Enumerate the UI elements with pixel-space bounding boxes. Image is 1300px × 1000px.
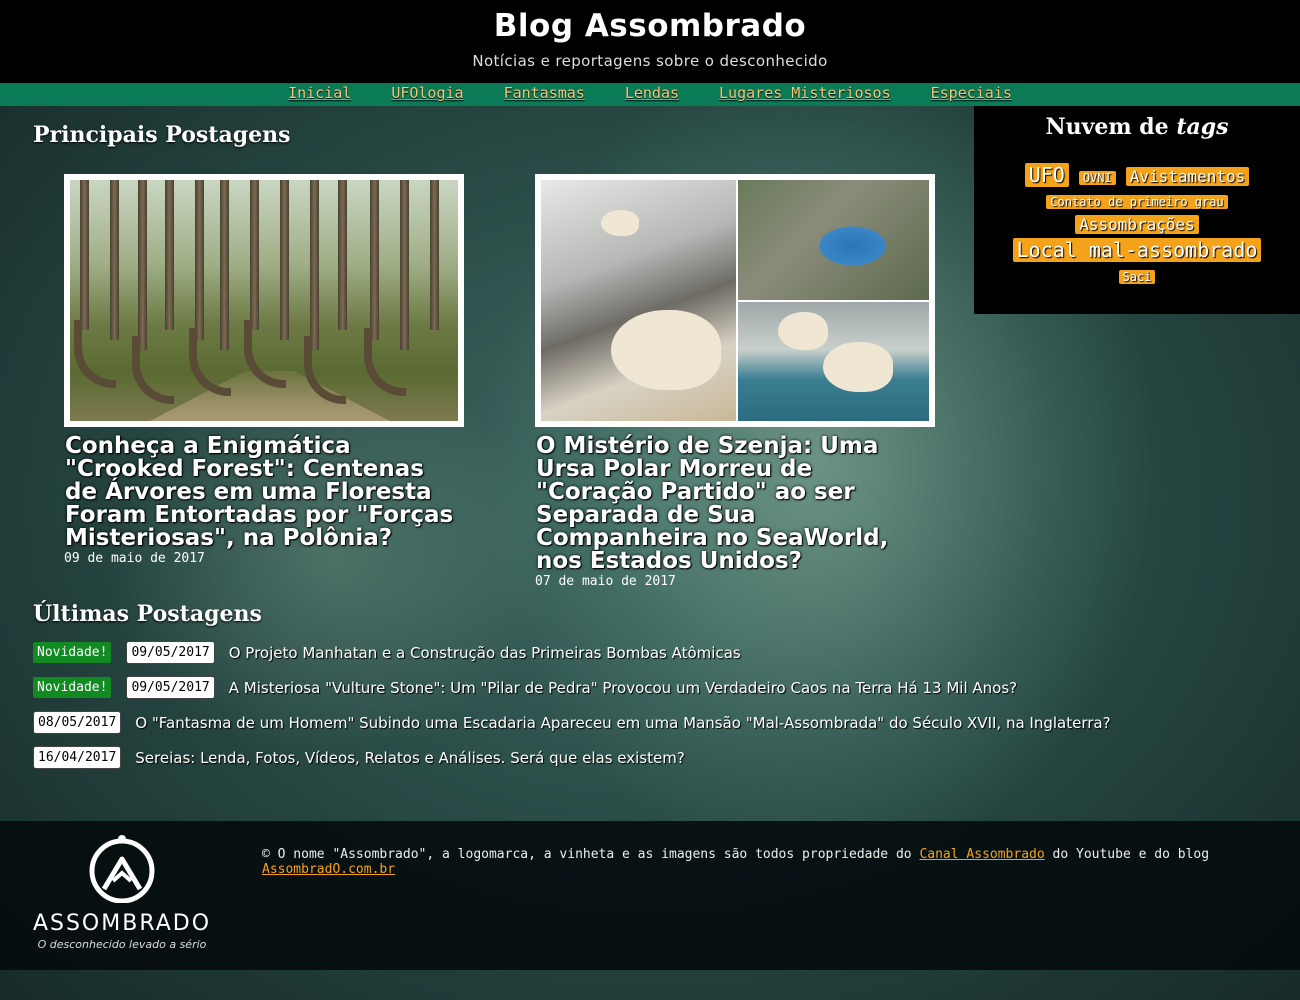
tag-saci[interactable]: Saci (1118, 270, 1156, 284)
nav-item-especiais[interactable]: Especiais (931, 83, 1012, 106)
new-badge: Novidade! (33, 642, 112, 663)
site-footer: ASSOMBRADO O desconhecido levado a sério… (0, 821, 1300, 970)
featured-post-title[interactable]: Conheça a Enigmática "Crooked Forest": C… (65, 435, 464, 550)
footer-text-start: © O nome "Assombrado", a logomarca, a vi… (262, 847, 920, 862)
tag-local-mal-assombrado[interactable]: Local mal-assombrado (1012, 238, 1262, 262)
tag-ovni[interactable]: OVNI (1078, 171, 1116, 185)
assombrado-blog-link[interactable]: AssombradO.com.br (262, 862, 395, 877)
latest-heading: Últimas Postagens (33, 601, 262, 627)
post-date-badge: 08/05/2017 (33, 711, 122, 734)
tag-assombracoes[interactable]: Assombrações (1075, 215, 1199, 234)
latest-post-link[interactable]: O Projeto Manhatan e a Construção das Pr… (229, 644, 741, 662)
site-subtitle: Notícias e reportagens sobre o desconhec… (472, 52, 828, 70)
canal-assombrado-link[interactable]: Canal Assombrado (919, 847, 1044, 862)
featured-post-date: 09 de maio de 2017 (64, 551, 205, 566)
main-nav: Inicial UFOlogia Fantasmas Lendas Lugare… (0, 83, 1300, 106)
site-title[interactable]: Blog Assombrado (0, 0, 1300, 44)
tag-cloud: Nuvem de tags UFO OVNI Avistamentos Contat… (974, 106, 1300, 314)
crooked-forest-image[interactable] (64, 174, 464, 427)
featured-post-date: 07 de maio de 2017 (535, 574, 676, 589)
footer-text-middle: do Youtube e do blog (1044, 847, 1210, 862)
assombrado-logo-icon (89, 835, 155, 904)
latest-post-row[interactable]: 08/05/2017 O "Fantasma de um Homem" Subi… (33, 711, 1111, 734)
nav-item-lugares-misteriosos[interactable]: Lugares Misteriosos (719, 83, 891, 106)
footer-copyright: © O nome "Assombrado", a logomarca, a vi… (262, 847, 1262, 877)
tag-avistamentos[interactable]: Avistamentos (1125, 167, 1250, 186)
featured-post-title[interactable]: O Mistério de Szenja: Uma Ursa Polar Mor… (536, 435, 935, 573)
latest-post-row[interactable]: 16/04/2017 Sereias: Lenda, Fotos, Vídeos… (33, 746, 685, 769)
tag-list: UFO OVNI Avistamentos Contato de primeiro … (974, 162, 1300, 288)
featured-post-1[interactable]: Conheça a Enigmática "Crooked Forest": C… (64, 174, 464, 566)
featured-heading: Principais Postagens (33, 122, 291, 148)
assombrado-logo[interactable]: ASSOMBRADO O desconhecido levado a sério (12, 833, 232, 963)
post-date-badge: 16/04/2017 (33, 746, 122, 769)
tag-contato-primeiro-grau[interactable]: Contato de primeiro grau (1046, 195, 1228, 209)
nav-item-inicial[interactable]: Inicial (288, 83, 351, 106)
logo-wordmark: ASSOMBRADO (32, 911, 212, 936)
site-header: Blog Assombrado Notícias e reportagens s… (0, 0, 1300, 83)
post-date-badge: 09/05/2017 (126, 676, 215, 699)
tag-cloud-title-emph: tags (1176, 114, 1229, 140)
nav-item-fantasmas[interactable]: Fantasmas (504, 83, 585, 106)
latest-post-row[interactable]: Novidade! 09/05/2017 A Misteriosa "Vultu… (33, 676, 1017, 699)
tag-cloud-title: Nuvem de tags (974, 114, 1300, 140)
post-date-badge: 09/05/2017 (126, 641, 215, 664)
featured-post-2[interactable]: O Mistério de Szenja: Uma Ursa Polar Mor… (535, 174, 935, 589)
polar-bear-image[interactable] (535, 174, 935, 427)
logo-tagline: O desconhecido levado a sério (37, 938, 207, 951)
new-badge: Novidade! (33, 677, 112, 698)
latest-post-link[interactable]: A Misteriosa "Vulture Stone": Um "Pilar … (229, 679, 1017, 697)
latest-post-row[interactable]: Novidade! 09/05/2017 O Projeto Manhatan … (33, 641, 741, 664)
tag-ufo[interactable]: UFO (1024, 163, 1069, 187)
tag-cloud-title-prefix: Nuvem de (1045, 114, 1169, 140)
nav-item-ufologia[interactable]: UFOlogia (391, 83, 463, 106)
latest-post-link[interactable]: Sereias: Lenda, Fotos, Vídeos, Relatos e… (135, 749, 685, 767)
nav-item-lendas[interactable]: Lendas (625, 83, 679, 106)
latest-post-link[interactable]: O "Fantasma de um Homem" Subindo uma Esc… (135, 714, 1110, 732)
